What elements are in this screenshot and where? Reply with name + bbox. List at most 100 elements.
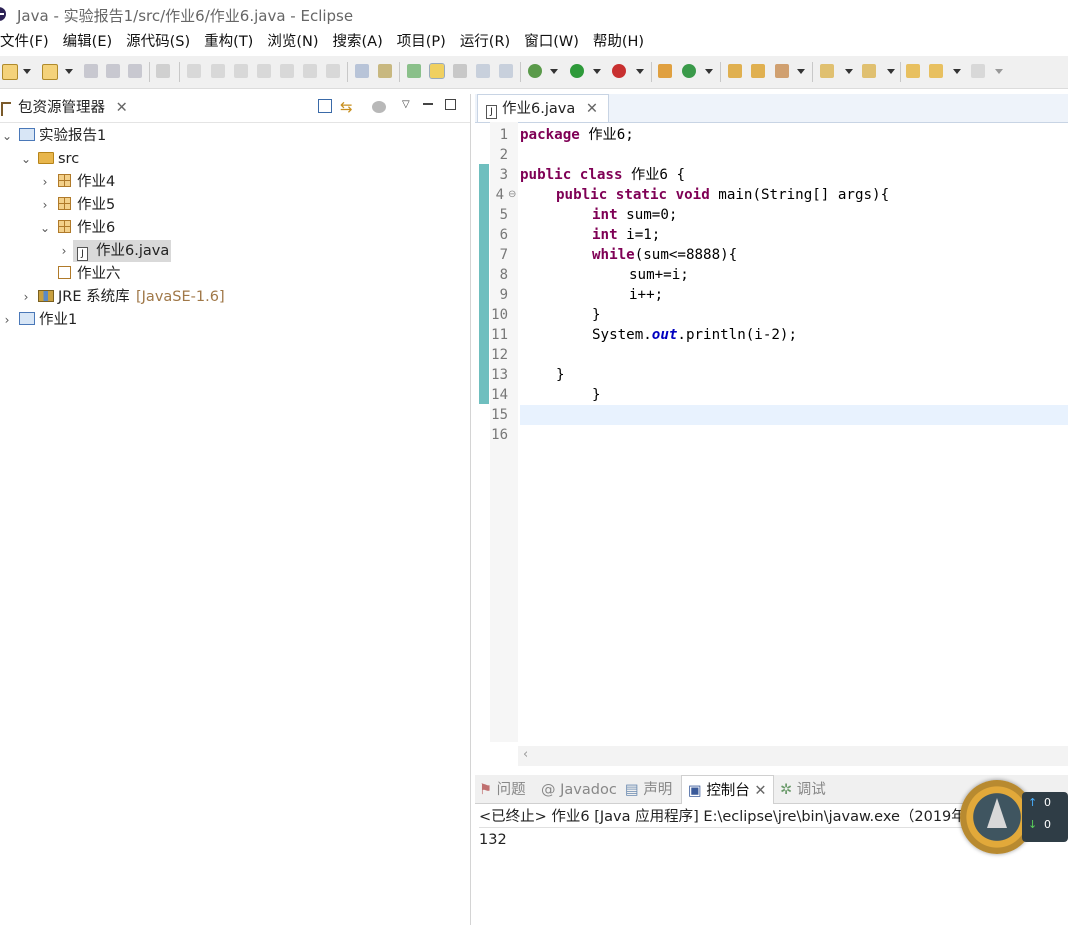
- code-line[interactable]: }: [556, 365, 565, 385]
- editor-tab[interactable]: J 作业6.java ✕: [477, 94, 609, 122]
- chevron-right-icon[interactable]: ›: [0, 309, 14, 331]
- skip-breakpoints-icon[interactable]: [156, 64, 170, 78]
- menu-edit[interactable]: 编辑(E): [63, 30, 119, 54]
- menu-project[interactable]: 项目(P): [397, 30, 453, 54]
- save-icon[interactable]: [84, 64, 98, 78]
- tab-debug[interactable]: ✲ 调试: [780, 775, 826, 803]
- fold-collapse-icon[interactable]: ⊖: [508, 189, 516, 200]
- menu-refactor[interactable]: 重构(T): [204, 30, 260, 54]
- new-project-icon[interactable]: [42, 64, 58, 80]
- menu-navigate[interactable]: 浏览(N): [267, 30, 325, 54]
- code-line[interactable]: while(sum<=8888){: [592, 245, 737, 265]
- new-class-icon[interactable]: [682, 64, 696, 78]
- toggle-mark-icon[interactable]: [407, 64, 421, 78]
- menu-search[interactable]: 搜索(A): [333, 30, 390, 54]
- new-icon[interactable]: [2, 64, 18, 80]
- code-line[interactable]: int i=1;: [592, 225, 660, 245]
- step-into-icon[interactable]: [280, 64, 294, 78]
- suspend-icon[interactable]: [211, 64, 225, 78]
- chevron-right-icon[interactable]: ›: [38, 171, 52, 193]
- block-selection-icon[interactable]: [453, 64, 467, 78]
- previous-annotation-icon[interactable]: [862, 64, 876, 78]
- code-line[interactable]: i++;: [629, 285, 663, 305]
- tab-declaration[interactable]: ▤ 声明: [625, 775, 672, 803]
- debug-icon[interactable]: [528, 64, 542, 78]
- new-project-dropdown-icon[interactable]: [65, 69, 73, 74]
- previous-annotation-dropdown-icon[interactable]: [887, 69, 895, 74]
- tree-item-java-file[interactable]: › J 作业6.java: [0, 240, 470, 262]
- search-icon[interactable]: [775, 64, 789, 78]
- code-line[interactable]: System.out.println(i-2);: [592, 325, 797, 345]
- search-dropdown-icon[interactable]: [797, 69, 805, 74]
- next-annotation-icon[interactable]: [820, 64, 834, 78]
- menu-window[interactable]: 窗口(W): [524, 30, 586, 54]
- declaration-icon: ▤: [625, 782, 639, 798]
- resume-icon[interactable]: [187, 64, 201, 78]
- use-step-filters-icon[interactable]: [355, 64, 369, 78]
- collapse-all-icon[interactable]: [318, 99, 332, 113]
- close-icon[interactable]: ✕: [116, 100, 128, 116]
- open-type-icon[interactable]: [728, 64, 742, 78]
- upload-value: 0: [1044, 796, 1051, 809]
- external-tools-dropdown-icon[interactable]: [636, 69, 644, 74]
- open-console-icon[interactable]: [378, 64, 392, 78]
- code-line[interactable]: public class 作业6 {: [520, 165, 685, 185]
- forward-dropdown-icon[interactable]: [995, 69, 1003, 74]
- code-line[interactable]: }: [592, 385, 601, 405]
- network-speed-widget[interactable]: ↑ 0 ↓ 0: [960, 780, 1068, 858]
- terminate-icon[interactable]: [234, 64, 248, 78]
- tab-problems[interactable]: ⚑ 问题: [479, 775, 526, 803]
- paragraph-icon[interactable]: [499, 64, 513, 78]
- back-icon[interactable]: [929, 64, 943, 78]
- minimize-icon[interactable]: [423, 103, 433, 105]
- view-menu-icon[interactable]: ▽: [402, 99, 410, 110]
- new-package-icon[interactable]: [658, 64, 672, 78]
- run-dropdown-icon[interactable]: [593, 69, 601, 74]
- code-line[interactable]: int sum=0;: [592, 205, 677, 225]
- link-with-editor-icon[interactable]: ⇆: [340, 98, 353, 116]
- step-return-icon[interactable]: [326, 64, 340, 78]
- maximize-icon[interactable]: [445, 99, 456, 110]
- run-icon[interactable]: [570, 64, 584, 78]
- chevron-down-icon[interactable]: ⌄: [0, 125, 14, 147]
- print-icon[interactable]: [128, 64, 142, 78]
- package-explorer-tab[interactable]: 包资源管理器 ✕: [0, 94, 128, 122]
- tab-javadoc[interactable]: @ Javadoc: [541, 775, 617, 803]
- new-dropdown-icon[interactable]: [23, 69, 31, 74]
- chevron-right-icon[interactable]: ›: [19, 286, 33, 308]
- line-number: 1: [499, 127, 508, 143]
- open-task-icon[interactable]: [751, 64, 765, 78]
- horizontal-scrollbar[interactable]: ‹: [518, 746, 1068, 766]
- scroll-left-icon[interactable]: ‹: [523, 747, 528, 762]
- code-line[interactable]: public static void main(String[] args){: [556, 185, 889, 205]
- next-annotation-dropdown-icon[interactable]: [845, 69, 853, 74]
- back-dropdown-icon[interactable]: [953, 69, 961, 74]
- line-number: 10: [491, 307, 508, 323]
- code-line[interactable]: }: [592, 305, 601, 325]
- forward-icon[interactable]: [971, 64, 985, 78]
- chevron-right-icon[interactable]: ›: [57, 240, 71, 262]
- focus-icon[interactable]: [372, 101, 386, 113]
- chevron-down-icon[interactable]: ⌄: [38, 217, 52, 239]
- menu-source[interactable]: 源代码(S): [126, 30, 197, 54]
- chevron-down-icon[interactable]: ⌄: [19, 148, 33, 170]
- code-line[interactable]: package 作业6;: [520, 125, 634, 145]
- menu-run[interactable]: 运行(R): [460, 30, 517, 54]
- close-icon[interactable]: ✕: [754, 783, 766, 799]
- external-tools-icon[interactable]: [612, 64, 626, 78]
- disconnect-icon[interactable]: [257, 64, 271, 78]
- step-over-icon[interactable]: [303, 64, 317, 78]
- new-class-dropdown-icon[interactable]: [705, 69, 713, 74]
- code-line[interactable]: sum+=i;: [629, 265, 689, 285]
- close-icon[interactable]: ✕: [586, 101, 598, 117]
- show-whitespace-icon[interactable]: [476, 64, 490, 78]
- chevron-right-icon[interactable]: ›: [38, 194, 52, 216]
- project-icon: [19, 312, 35, 325]
- tab-console[interactable]: ▣ 控制台 ✕: [681, 775, 774, 804]
- menu-help[interactable]: 帮助(H): [593, 30, 651, 54]
- menu-file[interactable]: 文件(F): [0, 30, 56, 54]
- highlight-icon[interactable]: [429, 63, 445, 79]
- save-all-icon[interactable]: [106, 64, 120, 78]
- debug-dropdown-icon[interactable]: [550, 69, 558, 74]
- last-edit-icon[interactable]: [906, 64, 920, 78]
